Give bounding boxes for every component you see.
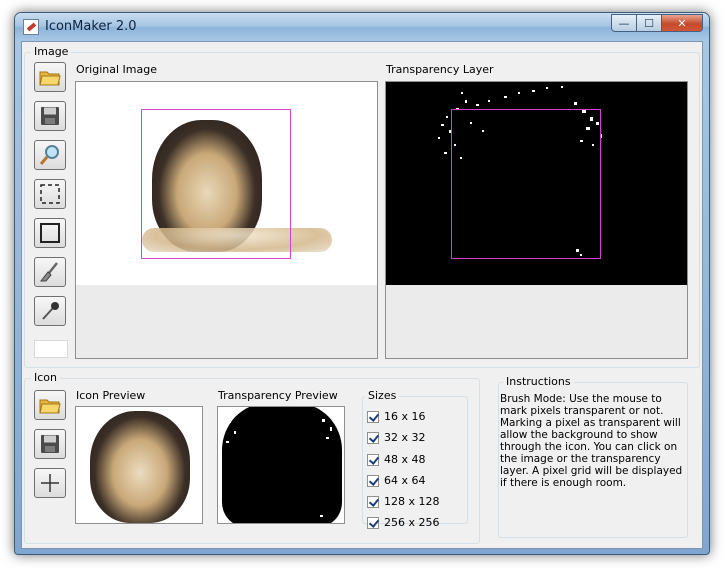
title-bar[interactable]: IconMaker 2.0 — ☐ ✕ xyxy=(15,13,709,41)
add-size-button[interactable] xyxy=(34,468,66,498)
instructions-label: Instructions xyxy=(503,375,574,388)
size-64-label: 64 x 64 xyxy=(384,474,426,487)
color-picker-button[interactable] xyxy=(34,296,66,326)
folder-icon xyxy=(39,71,61,86)
size-16-label: 16 x 16 xyxy=(384,410,426,423)
icon-group-label: Icon xyxy=(31,371,60,384)
transparency-selection-rectangle[interactable] xyxy=(451,109,601,259)
maximize-button[interactable]: ☐ xyxy=(636,14,662,32)
original-image-label: Original Image xyxy=(76,63,157,76)
window-controls: — ☐ ✕ xyxy=(611,14,703,32)
minimize-button[interactable]: — xyxy=(611,14,637,32)
instructions-group: Instructions Brush Mode: Use the mouse t… xyxy=(498,375,688,538)
transparency-layer-canvas[interactable] xyxy=(385,81,688,359)
maximize-icon: ☐ xyxy=(644,16,654,30)
size-16-checkbox[interactable]: 16 x 16 xyxy=(367,410,426,423)
size-48-label: 48 x 48 xyxy=(384,453,426,466)
original-image-canvas[interactable] xyxy=(75,81,378,359)
current-color-swatch[interactable] xyxy=(34,340,68,358)
app-window: IconMaker 2.0 — ☐ ✕ Image Original Image… xyxy=(14,12,710,555)
size-64-checkbox[interactable]: 64 x 64 xyxy=(367,474,426,487)
sizes-group: Sizes 16 x 16 32 x 32 48 x 48 64 x 64 12… xyxy=(362,389,468,529)
client-area: Image Original Image Transparency Layer … xyxy=(21,41,703,549)
instructions-text: Brush Mode: Use the mouse to mark pixels… xyxy=(500,393,683,489)
size-32-label: 32 x 32 xyxy=(384,431,426,444)
save-image-button[interactable] xyxy=(34,101,66,131)
plus-icon xyxy=(41,474,59,492)
checkbox-mark xyxy=(367,431,379,444)
icon-preview-puppy xyxy=(90,411,190,523)
minimize-icon: — xyxy=(618,16,630,30)
close-button[interactable]: ✕ xyxy=(661,14,703,32)
magnifier-icon xyxy=(39,145,59,165)
size-128-label: 128 x 128 xyxy=(384,495,440,508)
app-icon[interactable] xyxy=(23,19,39,35)
transparency-preview-image xyxy=(217,406,345,524)
close-icon: ✕ xyxy=(677,16,687,30)
size-128-checkbox[interactable]: 128 x 128 xyxy=(367,495,440,508)
size-48-checkbox[interactable]: 48 x 48 xyxy=(367,453,426,466)
size-256-checkbox[interactable]: 256 x 256 xyxy=(367,516,440,529)
dashed-selection-icon xyxy=(40,184,60,204)
icon-preview-image xyxy=(75,406,203,524)
window-title: IconMaker 2.0 xyxy=(45,19,137,34)
select-region-button[interactable] xyxy=(34,179,66,209)
rectangle-icon xyxy=(40,223,60,243)
crop-region-button[interactable] xyxy=(34,218,66,248)
original-image-area xyxy=(76,82,377,285)
folder-icon xyxy=(39,399,61,414)
transparency-layer-label: Transparency Layer xyxy=(386,63,494,76)
brush-tool-button[interactable] xyxy=(34,257,66,287)
checkbox-mark xyxy=(367,495,379,508)
save-icon-button[interactable] xyxy=(34,429,66,459)
transparency-preview-label: Transparency Preview xyxy=(218,389,338,402)
size-32-checkbox[interactable]: 32 x 32 xyxy=(367,431,426,444)
floppy-disk-icon xyxy=(41,107,59,125)
sizes-label: Sizes xyxy=(365,389,400,402)
checkbox-mark xyxy=(367,453,379,466)
floppy-disk-icon xyxy=(41,435,59,453)
open-icon-button[interactable] xyxy=(34,390,66,420)
brush-icon xyxy=(39,262,58,282)
size-256-label: 256 x 256 xyxy=(384,516,440,529)
zoom-button[interactable] xyxy=(34,140,66,170)
selection-rectangle[interactable] xyxy=(141,109,291,259)
checkbox-mark xyxy=(367,474,379,487)
checkbox-mark xyxy=(367,410,379,423)
image-group-label: Image xyxy=(31,45,72,58)
checkbox-mark xyxy=(367,516,379,529)
icon-preview-label: Icon Preview xyxy=(76,389,146,402)
eyedropper-icon xyxy=(42,302,59,320)
preview-speckles xyxy=(226,419,332,517)
open-image-button[interactable] xyxy=(34,62,66,92)
transparency-mask-area xyxy=(386,82,687,285)
